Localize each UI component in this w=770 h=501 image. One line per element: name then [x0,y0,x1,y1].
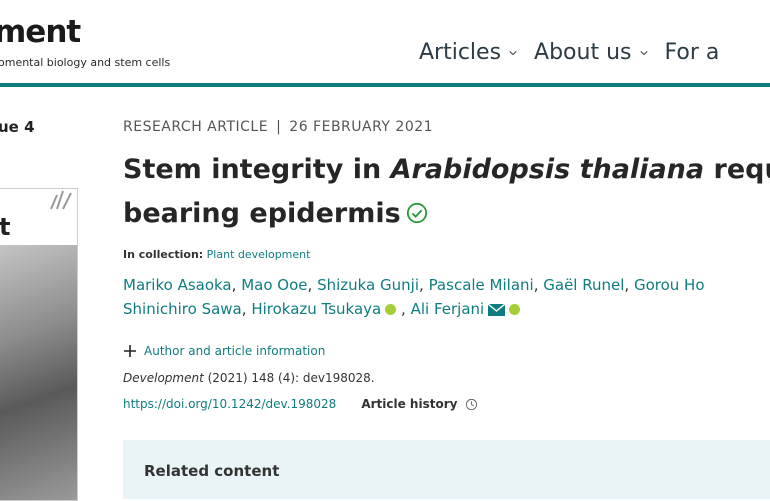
title-part2: requi [713,154,770,185]
author-link[interactable]: Hirokazu Tsukaya [251,300,381,318]
article-title: Stem integrity in Arabidopsis thaliana r… [123,148,770,236]
collection-link[interactable]: Plant development [207,248,311,261]
article-title-line1: Stem integrity in Arabidopsis thaliana r… [123,148,770,192]
cover-title-letter: t [0,213,11,241]
article-main: RESEARCH ARTICLE | 26 FEBRUARY 2021 Stem i… [123,0,770,499]
author-link[interactable]: Mariko Asaoka [123,276,232,294]
author-line-1: Mariko Asaoka, Mao Ooe, Shizuka Gunji, P… [123,273,705,297]
article-type: RESEARCH ARTICLE [123,119,269,135]
author-link[interactable]: Pascale Milani [429,276,534,294]
clock-history-icon [466,398,478,410]
envelope-icon[interactable] [488,303,506,316]
author-link[interactable]: Gorou Ho [634,276,705,294]
doi-row: https://doi.org/10.1242/dev.198028 Artic… [123,397,478,411]
site-logo[interactable]: ment [0,14,81,50]
cover-image [0,245,77,500]
author-link[interactable]: Shizuka Gunji [317,276,419,294]
collection-line: In collection: Plant development [123,248,310,261]
article-meta: RESEARCH ARTICLE | 26 FEBRUARY 2021 [123,119,433,135]
issue-label[interactable]: ue 4 [0,118,35,136]
related-content-title: Related content [144,462,280,480]
comma: , [419,276,424,294]
comma: , [401,300,406,318]
author-link[interactable]: Gaël Runel [543,276,624,294]
citation-details: (2021) 148 (4): dev198028. [203,371,375,385]
title-part1: Stem integrity in [123,154,391,185]
title-line2: bearing epidermis [123,198,401,229]
plus-icon [124,345,136,357]
comma: , [624,276,630,294]
related-content-panel: Related content [123,440,770,499]
article-title-line2: bearing epidermis [123,192,770,236]
orcid-icon[interactable] [509,304,521,315]
title-species: Arabidopsis thaliana [390,154,705,185]
author-link[interactable]: Ali Ferjani [411,300,485,318]
comma: , [533,276,539,294]
cover-decoration-icon [50,190,72,210]
citation-journal: Development [123,371,204,385]
issue-cover[interactable]: t [0,188,78,501]
author-list: Mariko Asaoka, Mao Ooe, Shizuka Gunji, P… [123,273,705,321]
author-info-label: Author and article information [144,344,326,358]
article-history-label: Article history [361,397,458,411]
author-line-2: Shinichiro Sawa, Hirokazu Tsukaya , Ali … [123,297,705,321]
comma: , [241,300,247,318]
article-date: 26 FEBRUARY 2021 [289,119,434,135]
author-info-toggle[interactable]: Author and article information [123,344,325,358]
citation: Development (2021) 148 (4): dev198028. [123,371,375,385]
author-link[interactable]: Shinichiro Sawa [123,300,242,318]
check-circle-icon [406,202,427,223]
meta-separator: | [276,119,282,135]
orcid-icon[interactable] [385,304,397,315]
doi-link[interactable]: https://doi.org/10.1242/dev.198028 [123,397,336,411]
comma: , [307,276,313,294]
article-history-button[interactable]: Article history [361,397,478,411]
collection-label: In collection: [123,248,204,261]
comma: , [231,276,237,294]
author-link[interactable]: Mao Ooe [241,276,307,294]
